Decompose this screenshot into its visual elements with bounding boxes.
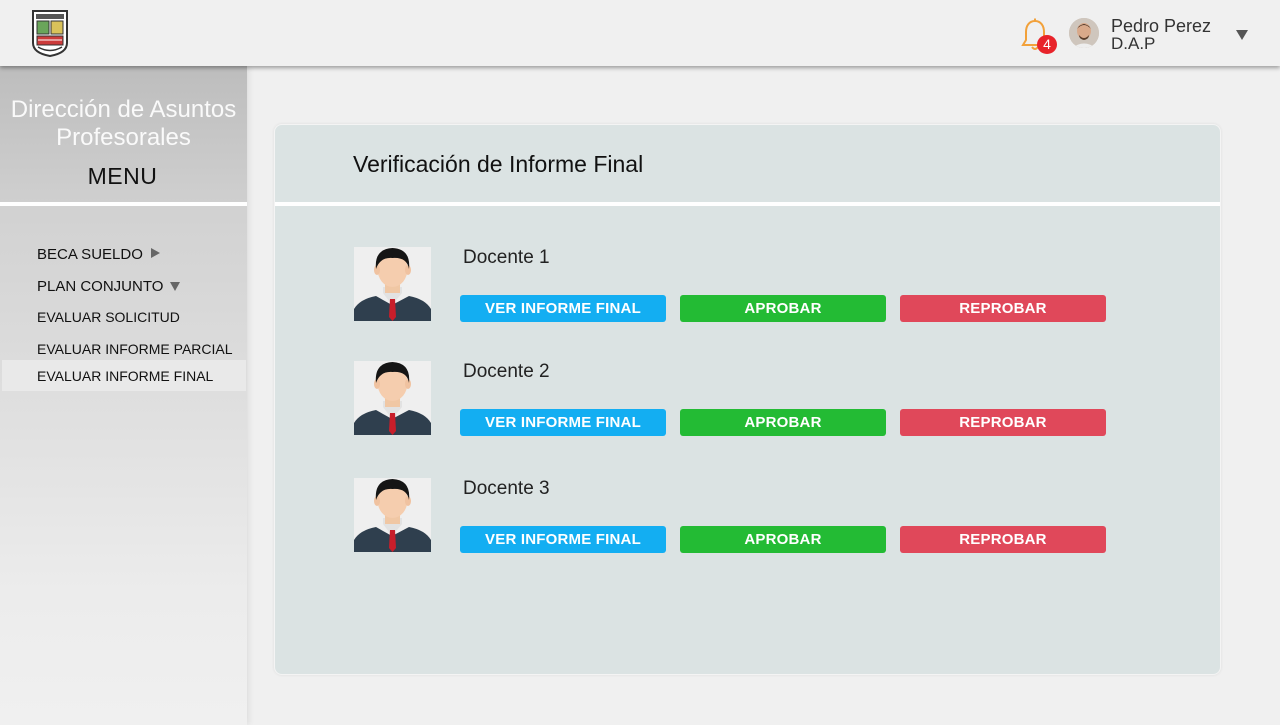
docente-row: Docente 3 VER INFORME FINAL APROBAR REPR… (275, 478, 1220, 558)
reprobar-button[interactable]: REPROBAR (900, 295, 1106, 322)
sidebar-item-label: EVALUAR INFORME FINAL (37, 368, 214, 384)
notification-count-badge[interactable]: 4 (1037, 35, 1057, 54)
user-name[interactable]: Pedro Perez (1111, 17, 1211, 35)
reprobar-button[interactable]: REPROBAR (900, 526, 1106, 553)
ver-informe-final-button[interactable]: VER INFORME FINAL (460, 295, 666, 322)
card-divider (275, 202, 1220, 206)
sidebar-item-evaluar-informe-final[interactable]: EVALUAR INFORME FINAL (37, 368, 213, 384)
avatar[interactable] (1069, 18, 1099, 48)
docente-avatar-icon (354, 361, 431, 435)
sidebar-item-evaluar-solicitud[interactable]: EVALUAR SOLICITUD (37, 309, 180, 325)
sidebar-divider (0, 202, 247, 206)
page-title: Verificación de Informe Final (353, 151, 644, 177)
docente-avatar-icon (354, 247, 431, 321)
sidebar-item-label: EVALUAR INFORME PARCIAL (37, 341, 233, 357)
docente-avatar-icon (354, 478, 431, 552)
arrow-down-icon (170, 282, 181, 291)
sidebar: Dirección de Asuntos Profesorales MENU B… (0, 66, 247, 725)
sidebar-item-label: BECA SUELDO (37, 246, 143, 263)
docente-row: Docente 2 VER INFORME FINAL APROBAR REPR… (275, 361, 1220, 441)
docente-name: Docente 3 (463, 478, 550, 499)
docente-name: Docente 2 (463, 361, 550, 382)
ver-informe-final-button[interactable]: VER INFORME FINAL (460, 526, 666, 553)
sidebar-item-plan-conjunto[interactable]: PLAN CONJUNTO (37, 278, 181, 295)
top-bar: 4 Pedro Perez D.A.P (0, 0, 1280, 66)
docente-name: Docente 1 (463, 247, 550, 268)
docente-row: Docente 1 VER INFORME FINAL APROBAR REPR… (275, 247, 1220, 327)
user-role: D.A.P (1111, 34, 1156, 53)
sidebar-item-evaluar-informe-parcial[interactable]: EVALUAR INFORME PARCIAL (37, 341, 233, 357)
university-crest-icon[interactable] (30, 9, 70, 58)
aprobar-button[interactable]: APROBAR (680, 526, 886, 553)
reprobar-button[interactable]: REPROBAR (900, 409, 1106, 436)
sidebar-menu-label: MENU (87, 163, 158, 189)
sidebar-title: Dirección de Asuntos Profesorales (10, 96, 237, 151)
aprobar-button[interactable]: APROBAR (680, 295, 886, 322)
sidebar-item-label: PLAN CONJUNTO (37, 278, 164, 295)
sidebar-header: Dirección de Asuntos Profesorales MENU (0, 66, 247, 202)
aprobar-button[interactable]: APROBAR (680, 409, 886, 436)
sidebar-item-label: EVALUAR SOLICITUD (37, 309, 180, 325)
ver-informe-final-button[interactable]: VER INFORME FINAL (460, 409, 666, 436)
verification-card: Verificación de Informe Final Docente 1 … (274, 124, 1221, 675)
caret-down-icon[interactable] (1236, 30, 1248, 40)
sidebar-item-beca-sueldo[interactable]: BECA SUELDO (37, 246, 160, 263)
arrow-right-icon (150, 248, 160, 258)
